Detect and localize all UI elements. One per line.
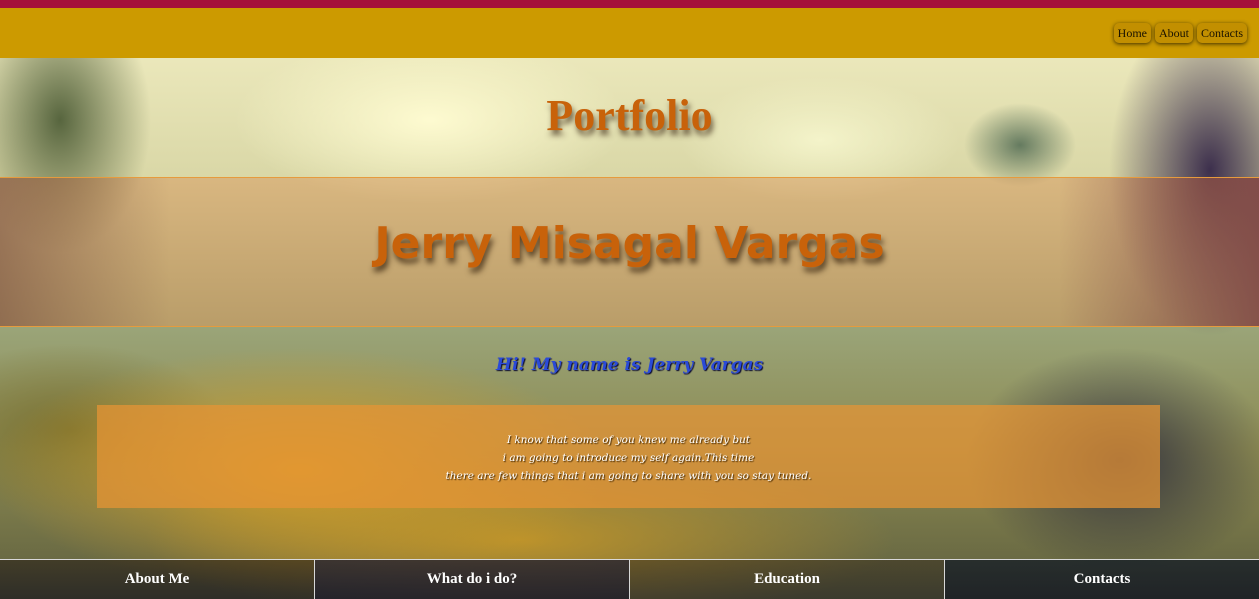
nav-home-button[interactable]: Home [1113,23,1151,43]
nav-about-button[interactable]: About [1155,23,1193,43]
greeting-text: Hi! My name is Jerry Vargas [495,355,764,375]
intro-line: there are few things that i am going to … [445,470,812,482]
footer-about-me-link[interactable]: About Me [0,560,315,599]
footer-education-link[interactable]: Education [630,560,945,599]
nav-links: Home About Contacts [1113,23,1247,43]
intro-paragraph: I know that some of you knew me already … [97,431,1160,485]
page-title: Portfolio [546,91,713,140]
top-accent-stripe [0,0,1259,8]
top-navbar: Home About Contacts [0,8,1259,58]
intro-line: I know that some of you knew me already … [506,434,751,446]
nav-contacts-button[interactable]: Contacts [1197,23,1247,43]
full-name-heading: Jerry Misagal Vargas [374,218,885,269]
intro-box: I know that some of you knew me already … [97,405,1160,508]
name-banner: Jerry Misagal Vargas [0,177,1259,327]
footer-what-do-i-do-link[interactable]: What do i do? [315,560,630,599]
footer-nav: About Me What do i do? Education Contact… [0,559,1259,599]
intro-line: i am going to introduce my self again.Th… [502,452,755,464]
footer-contacts-link[interactable]: Contacts [945,560,1259,599]
